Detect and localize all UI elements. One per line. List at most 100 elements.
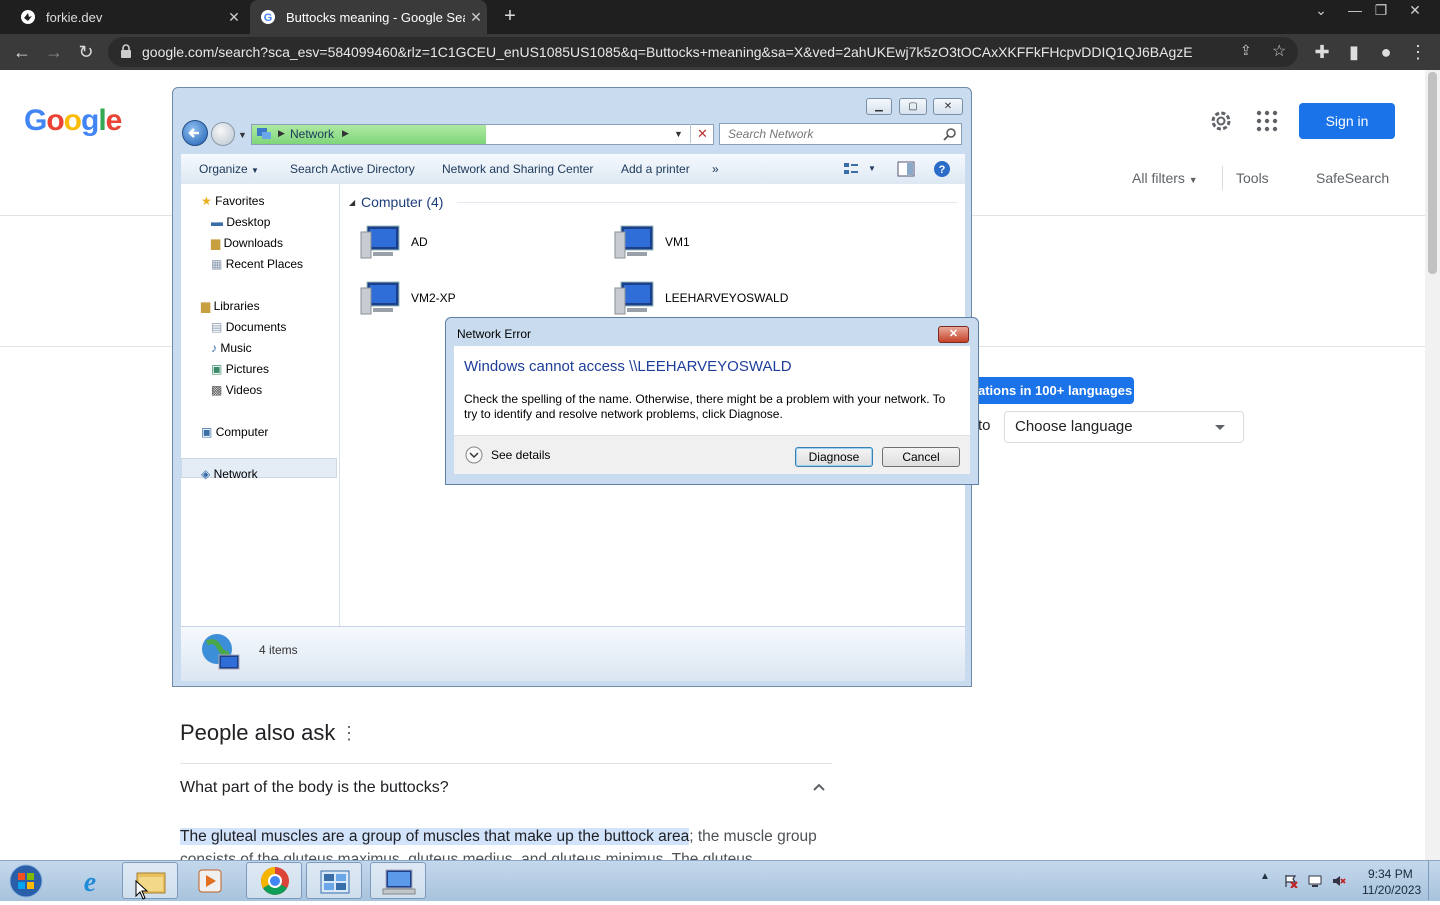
taskbar-internet-explorer[interactable]: e [62,862,118,899]
network-tray-icon[interactable] [1308,874,1322,888]
nav-downloads[interactable]: ▆ Downloads [211,236,283,250]
address-network-crumb[interactable]: Network [290,127,334,141]
view-options-caret-icon[interactable]: ▼ [868,164,876,173]
nav-network[interactable]: ◈ Network [201,467,258,481]
explorer-back-button[interactable] [182,120,208,146]
translate-languages-banner[interactable]: ations in 100+ languages [960,377,1134,404]
computer-group-header[interactable]: Computer (4) [361,194,443,210]
explorer-forward-button[interactable] [211,122,235,146]
computer-item[interactable]: VM2-XP [359,278,456,318]
nav-label: Pictures [225,362,270,376]
profile-icon[interactable]: ● [1374,40,1398,64]
taskbar-remote-desktop[interactable] [370,862,426,899]
safesearch-button[interactable]: SafeSearch [1316,170,1389,186]
volume-muted-icon[interactable] [1332,874,1346,888]
explorer-close-button[interactable]: ✕ [933,98,963,115]
taskbar-media-player[interactable] [182,862,238,899]
search-icon[interactable] [943,127,957,141]
tab-close-icon[interactable]: ✕ [465,9,487,26]
tab-forkie[interactable]: forkie.dev ✕ [10,0,245,34]
computer-item[interactable]: AD [359,222,428,262]
extensions-puzzle-icon[interactable]: ✚ [1310,40,1334,64]
language-select[interactable]: Choose language [1004,411,1244,443]
breadcrumb-arrow-icon[interactable]: ▶ [342,128,349,139]
explorer-address-bar[interactable]: ▶ Network ▶ ▼ ✕ [251,124,714,145]
clock-date[interactable]: 11/20/2023 [1362,883,1421,897]
computer-item[interactable]: VM1 [613,222,690,262]
address-progress-fill [252,125,486,144]
start-button-icon[interactable] [6,862,46,900]
help-icon[interactable]: ? [933,160,951,178]
chrome-menu-icon[interactable]: ⋮ [1406,40,1430,64]
address-bar[interactable]: google.com/search?sca_esv=584099460&rlz=… [108,37,1298,67]
change-view-icon[interactable] [843,162,859,176]
organize-button[interactable]: Organize ▼ [199,162,259,176]
more-options-icon[interactable]: ⋮ [340,723,358,744]
address-dropdown-icon[interactable]: ▼ [674,129,683,139]
all-filters-button[interactable]: All filters ▼ [1132,170,1198,186]
caret-down-icon: ▼ [1188,175,1198,185]
tools-button[interactable]: Tools [1236,170,1269,186]
forward-arrow-icon[interactable]: → [42,40,66,64]
tab-google-search[interactable]: G Buttocks meaning - Google Search ✕ [250,0,487,34]
scrollbar-thumb[interactable] [1428,72,1437,274]
nav-videos[interactable]: ▩ Videos [211,383,262,397]
nav-label: Music [220,341,252,355]
share-icon[interactable]: ⇪ [1240,42,1252,59]
diagnose-button[interactable]: Diagnose [795,447,873,467]
close-window-icon[interactable]: ✕ [1400,2,1430,19]
expand-details-chevron-icon[interactable] [465,446,483,464]
search-active-directory-button[interactable]: Search Active Directory [290,162,415,176]
explorer-minimize-button[interactable]: ▁ [866,98,892,115]
bookmark-star-icon[interactable]: ☆ [1272,41,1286,61]
paa-question[interactable]: What part of the body is the buttocks? [180,779,449,797]
nav-desktop[interactable]: ▬ Desktop [211,215,270,229]
more-commands-button[interactable]: » [712,162,719,176]
restore-icon[interactable]: ❐ [1366,2,1396,19]
nav-recent-places[interactable]: ▦ Recent Places [211,257,303,271]
taskbar-control-panel[interactable] [306,862,362,899]
taskbar-chrome[interactable] [246,862,302,899]
tab-search-chevron-icon[interactable]: ⌄ [1306,2,1336,19]
back-arrow-icon[interactable]: ← [10,40,34,64]
nav-label: Network [213,467,258,481]
chevron-up-icon[interactable] [812,780,826,794]
nav-music[interactable]: ♪ Music [211,341,252,355]
show-desktop-button[interactable] [1428,861,1440,900]
preview-pane-icon[interactable] [897,161,915,177]
clock-time[interactable]: 9:34 PM [1368,867,1413,881]
google-apps-grid-icon[interactable] [1256,110,1278,132]
nav-documents[interactable]: ▤ Documents [211,320,286,334]
back-arrow-icon [188,128,199,138]
dialog-title: Network Error [457,327,532,341]
cancel-button[interactable]: Cancel [882,447,960,467]
explorer-maximize-button[interactable]: ▢ [899,98,927,115]
taskbar-windows-explorer[interactable] [122,862,178,899]
dialog-close-button[interactable]: ✕ [938,326,969,343]
nav-favorites[interactable]: ★ Favorites [201,194,264,208]
nav-computer[interactable]: ▣ Computer [201,425,268,439]
nav-label: Favorites [215,194,265,208]
libraries-icon: ▆ [201,299,211,313]
see-details-toggle[interactable]: See details [491,448,550,462]
settings-gear-icon[interactable] [1208,108,1234,134]
google-logo[interactable]: Google [24,104,122,138]
stop-loading-icon[interactable]: ✕ [690,124,714,143]
recent-pages-chevron-icon[interactable]: ▼ [238,130,247,140]
breadcrumb-arrow-icon[interactable]: ▶ [278,128,285,139]
reload-icon[interactable]: ↻ [74,40,98,64]
side-panel-icon[interactable]: ▮ [1342,40,1366,64]
nav-libraries[interactable]: ▆ Libraries [201,299,260,313]
add-printer-button[interactable]: Add a printer [621,162,690,176]
sign-in-button[interactable]: Sign in [1299,103,1395,139]
explorer-search-input[interactable]: Search Network [719,123,962,145]
tab-close-icon[interactable]: ✕ [223,9,245,26]
show-hidden-icons-icon[interactable]: ▲ [1260,871,1270,882]
computer-item[interactable]: LEEHARVEYOSWALD [613,278,788,318]
network-sharing-center-button[interactable]: Network and Sharing Center [442,162,593,176]
new-tab-button[interactable]: + [498,4,522,28]
collapse-group-icon[interactable]: ◢ [349,198,355,207]
action-center-flag-icon[interactable] [1284,874,1298,888]
nav-pictures[interactable]: ▣ Pictures [211,362,269,376]
dialog-message: Check the spelling of the name. Otherwis… [464,392,946,421]
